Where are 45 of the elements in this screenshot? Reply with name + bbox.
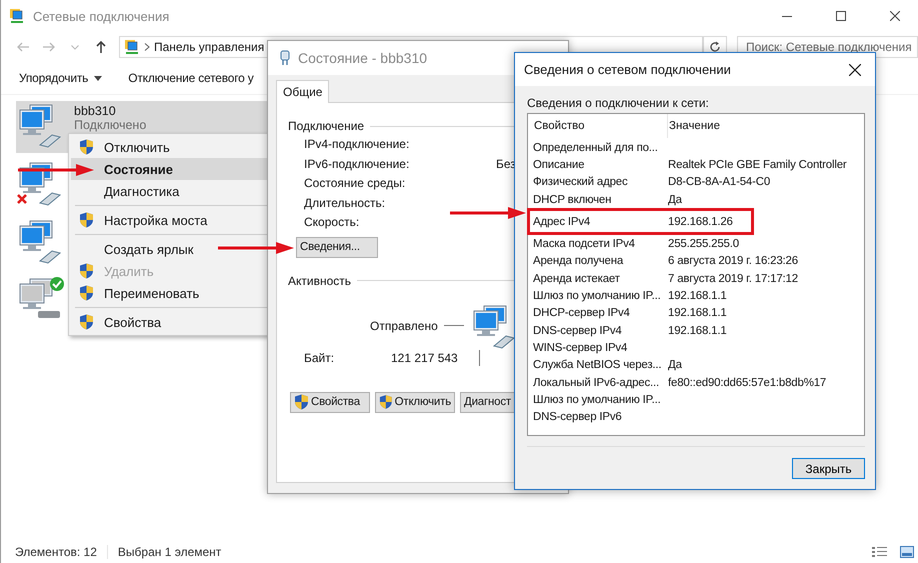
value-cell-text: D8-CB-8A-A1-54-C0: [668, 176, 772, 188]
value-cell-text: Да: [668, 359, 683, 372]
value-cell-text: 192.168.1.1: [668, 307, 728, 320]
field-label: Длительность:: [304, 196, 386, 210]
list-caption: Сведения о подключении к сети:: [527, 96, 710, 110]
dialog-title: Сведения о сетевом подключении: [524, 62, 732, 77]
window-title: Сетевые подключения: [33, 8, 170, 24]
property-cell-text: Шлюз по умолчанию IP...: [533, 290, 662, 302]
property-cell-text: Определенный для по...: [533, 142, 659, 154]
bytes-sent: 121 217 543: [391, 350, 459, 364]
property-cell-text: Служба NetBIOS через...: [533, 359, 662, 372]
group-label: Активность: [288, 274, 352, 288]
property-cell-text: DHCP включен: [533, 194, 612, 206]
bytes-label: Байт:: [304, 350, 336, 364]
property-cell-text: Адрес IPv4: [533, 216, 592, 228]
value-cell-text: 192.168.1.1: [668, 324, 728, 337]
group-label: Подключение: [288, 119, 364, 133]
field-label: Состояние среды:: [304, 176, 406, 190]
value-cell-text: Realtek PCIe GBE Family Controller: [668, 158, 848, 171]
status-text: Элементов: 12: [15, 544, 108, 558]
property-cell-text: DNS-сервер IPv4: [533, 324, 623, 337]
sent-label: Отправлено: [370, 318, 438, 332]
connection-name: bbb310: [74, 104, 117, 118]
property-cell-text: Маска подсети IPv4: [533, 238, 636, 250]
field-label: Скорость:: [304, 215, 360, 230]
value-cell-text: fe80::ed90:dd65:57e1:b8db%17: [668, 376, 828, 388]
value-cell-text: 192.168.1.1: [668, 290, 728, 302]
field-label: IPv6-подключение:: [304, 156, 410, 171]
property-cell-text: DHCP-сервер IPv4: [533, 307, 631, 320]
property-cell-text: Описание: [533, 158, 586, 171]
value-cell-text: 255.255.255.0: [668, 238, 740, 250]
dialog-title: Состояние - bbb310: [298, 50, 428, 66]
connection-status: Подключено: [74, 118, 146, 132]
property-cell-text: Аренда получена: [533, 255, 624, 268]
property-cell-text: Локальный IPv6-адрес...: [533, 376, 660, 388]
status-text: Выбран 1 элемент: [118, 544, 222, 558]
property-cell-text: WINS-сервер IPv4: [533, 342, 628, 354]
property-cell-text: Аренда истекает: [533, 272, 621, 285]
property-cell-text: DNS-сервер IPv6: [533, 411, 623, 424]
value-cell-text: 192.168.1.26: [668, 216, 734, 228]
value-cell-text: 6 августа 2019 г. 16:23:26: [668, 255, 799, 268]
field-label: IPv4-подключение:: [304, 137, 410, 152]
property-cell-text: Физический адрес: [533, 176, 629, 188]
value-cell-text: 7 августа 2019 г. 17:17:12: [668, 272, 799, 285]
value-cell-text: Да: [668, 194, 683, 206]
